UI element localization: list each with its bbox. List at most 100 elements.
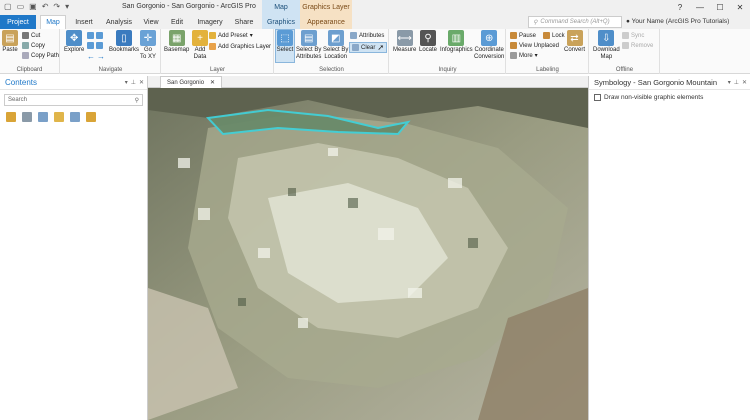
copy-path-icon xyxy=(22,52,29,59)
explore-button[interactable]: ✥ Explore xyxy=(64,30,84,54)
attributes-button[interactable]: Attributes xyxy=(350,32,384,39)
paste-icon: ▤ xyxy=(2,30,18,46)
select-by-attributes-label: Select By Attributes xyxy=(296,47,322,60)
selection-group-label: Selection xyxy=(319,67,344,73)
basemap-icon: ▦ xyxy=(168,30,185,46)
add-data-icon: + xyxy=(192,30,208,46)
convert-button[interactable]: ⇄ Convert xyxy=(564,30,585,54)
convert-icon: ⇄ xyxy=(566,30,583,46)
open-project-icon[interactable]: ▭ xyxy=(17,2,25,11)
list-by-drawing-order-icon[interactable] xyxy=(6,112,16,122)
select-by-location-icon: ◩ xyxy=(327,30,344,46)
copy-path-button[interactable]: Copy Path xyxy=(22,52,59,59)
pane-options-icon[interactable]: ▾ xyxy=(728,79,731,86)
list-by-snapping-icon[interactable] xyxy=(70,112,80,122)
select-button[interactable]: ⬚ Select xyxy=(275,29,295,63)
tab-project[interactable]: Project xyxy=(0,15,36,29)
attributes-label: Attributes xyxy=(359,32,385,39)
save-icon[interactable]: ▣ xyxy=(29,2,37,11)
user-account[interactable]: ● Your Name (ArcGIS Pro Tutorials) xyxy=(626,18,729,25)
pin-icon[interactable]: ⊥ xyxy=(131,79,136,86)
contents-pane: Contents ▾ ⊥ ✕ Search ⚲ xyxy=(0,76,148,420)
download-map-button[interactable]: ⇩ Download Map xyxy=(593,30,620,61)
copy-button[interactable]: Copy xyxy=(22,42,45,49)
pause-button[interactable]: Pause xyxy=(510,32,536,39)
minimize-button[interactable]: — xyxy=(690,0,710,15)
full-extent-icon[interactable] xyxy=(87,32,103,39)
draw-non-visible-checkbox[interactable]: Draw non-visible graphic elements xyxy=(589,90,750,105)
lock-icon xyxy=(543,32,550,39)
lock-button[interactable]: Lock xyxy=(543,32,565,39)
search-icon: ⚲ xyxy=(533,19,538,26)
lock-label: Lock xyxy=(552,32,565,39)
map-view-tab[interactable]: San Gorgonio ✕ xyxy=(160,76,223,88)
new-project-icon[interactable]: ▢ xyxy=(4,2,12,11)
tab-edit[interactable]: Edit xyxy=(166,15,188,29)
list-by-data-source-icon[interactable] xyxy=(22,112,32,122)
view-unplaced-icon xyxy=(510,42,517,49)
contents-search-placeholder: Search xyxy=(8,97,28,103)
tab-map[interactable]: Map xyxy=(40,15,66,29)
tab-insert[interactable]: Insert xyxy=(70,15,98,29)
ribbon: ▤ Paste Cut Copy Copy Path Clipboard ✥ E… xyxy=(0,29,750,74)
qat-dropdown-icon[interactable]: ▾ xyxy=(65,2,69,11)
add-data-button[interactable]: + Add Data xyxy=(192,30,208,61)
view-unplaced-label: View Unplaced xyxy=(519,42,559,49)
tab-analysis[interactable]: Analysis xyxy=(102,15,136,29)
clear-button[interactable]: Clear ➚ xyxy=(349,42,388,53)
contents-search-input[interactable]: Search ⚲ xyxy=(4,94,143,106)
help-button[interactable]: ? xyxy=(670,0,690,15)
coordinate-conversion-label: Coordinate Conversion xyxy=(474,47,505,60)
checkbox-box xyxy=(594,94,601,101)
bookmarks-button[interactable]: ▯ Bookmarks xyxy=(109,30,139,54)
user-name: Your Name (ArcGIS Pro Tutorials) xyxy=(631,18,730,25)
close-icon[interactable]: ✕ xyxy=(139,79,144,86)
map-view[interactable] xyxy=(148,88,588,420)
view-unplaced-button[interactable]: View Unplaced xyxy=(510,42,559,49)
measure-button[interactable]: ⟷ Measure xyxy=(393,30,416,54)
tab-view[interactable]: View xyxy=(140,15,162,29)
group-layer: ▦ Basemap + Add Data Add Preset ▾ Add Gra… xyxy=(162,29,274,74)
pane-options-icon[interactable]: ▾ xyxy=(125,79,128,86)
go-to-xy-button[interactable]: ✛ Go To XY xyxy=(140,30,156,61)
tab-appearance[interactable]: Appearance xyxy=(300,15,352,29)
cut-button[interactable]: Cut xyxy=(22,32,40,39)
close-icon[interactable]: ✕ xyxy=(210,79,215,86)
list-by-labeling-icon[interactable] xyxy=(86,112,96,122)
paste-button[interactable]: ▤ Paste xyxy=(2,30,18,54)
download-map-label: Download Map xyxy=(593,47,620,60)
tab-graphics[interactable]: Graphics xyxy=(262,15,300,29)
list-by-editing-icon[interactable] xyxy=(54,112,64,122)
close-icon[interactable]: ✕ xyxy=(742,79,747,86)
pin-icon[interactable]: ⊥ xyxy=(734,79,739,86)
contents-toolbar xyxy=(0,110,147,124)
add-graphics-layer-button[interactable]: Add Graphics Layer xyxy=(209,43,271,50)
tab-share[interactable]: Share xyxy=(230,15,258,29)
explore-icon: ✥ xyxy=(66,30,83,46)
coordinate-conversion-icon: ⊕ xyxy=(481,30,498,46)
copy-label: Copy xyxy=(31,42,46,49)
draw-non-visible-label: Draw non-visible graphic elements xyxy=(604,94,704,101)
add-preset-button[interactable]: Add Preset ▾ xyxy=(209,32,253,39)
infographics-button[interactable]: ▥ Infographics xyxy=(440,30,473,54)
tab-imagery[interactable]: Imagery xyxy=(194,15,226,29)
redo-icon[interactable]: ↷ xyxy=(53,2,60,11)
sync-button[interactable]: Sync xyxy=(622,32,644,39)
undo-icon[interactable]: ↶ xyxy=(42,2,49,11)
basemap-button[interactable]: ▦ Basemap xyxy=(164,30,189,54)
select-by-attributes-button[interactable]: ▤ Select By Attributes xyxy=(296,30,321,61)
list-by-selection-icon[interactable] xyxy=(38,112,48,122)
command-search-input[interactable]: ⚲ Command Search (Alt+Q) xyxy=(528,16,622,28)
more-button[interactable]: More ▾ xyxy=(510,52,538,59)
copy-path-label: Copy Path xyxy=(31,52,60,59)
coordinate-conversion-button[interactable]: ⊕ Coordinate Conversion xyxy=(474,30,504,61)
fixed-zoom-icon[interactable] xyxy=(87,42,103,49)
add-preset-label: Add Preset xyxy=(218,32,248,39)
locate-label: Locate xyxy=(419,47,438,53)
maximize-button[interactable]: ☐ xyxy=(710,0,730,15)
close-button[interactable]: ✕ xyxy=(730,0,750,15)
previous-next-extent-icon[interactable]: ← → xyxy=(87,52,105,61)
remove-button[interactable]: Remove xyxy=(622,42,653,49)
select-by-location-button[interactable]: ◩ Select By Location xyxy=(323,30,348,61)
locate-button[interactable]: ⚲ Locate xyxy=(419,30,437,54)
